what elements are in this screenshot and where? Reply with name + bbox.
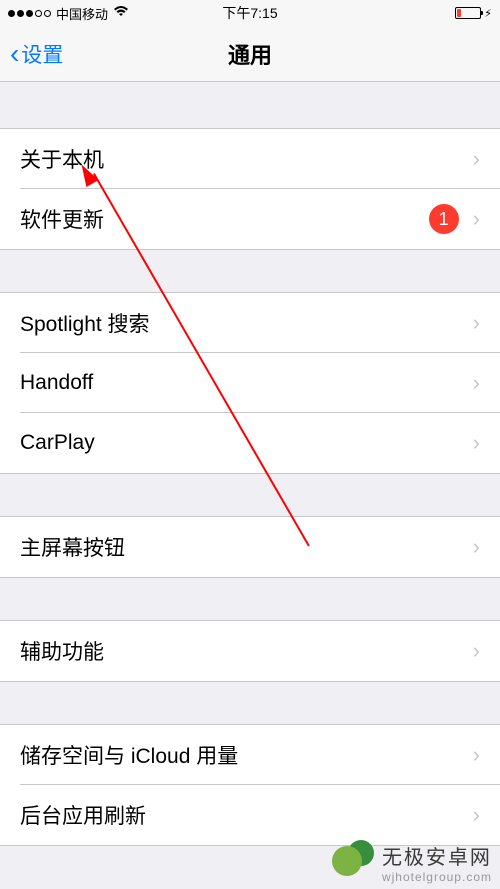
chevron-right-icon: ›: [473, 638, 480, 664]
spotlight-item[interactable]: Spotlight 搜索›: [0, 293, 500, 353]
back-label: 设置: [21, 39, 63, 69]
item-label: 关于本机: [20, 144, 473, 174]
storage-item[interactable]: 储存空间与 iCloud 用量›: [0, 725, 500, 785]
chevron-right-icon: ›: [473, 206, 480, 232]
chevron-right-icon: ›: [473, 802, 480, 828]
item-label: Spotlight 搜索: [20, 308, 473, 338]
watermark-domain: wjhotelgroup.com: [382, 870, 492, 884]
list-group: 辅助功能›: [0, 620, 500, 682]
item-label: Handoff: [20, 371, 473, 395]
list-group: 储存空间与 iCloud 用量›后台应用刷新›: [0, 724, 500, 846]
software-update-item[interactable]: 软件更新1 ›: [0, 189, 500, 249]
item-label: 储存空间与 iCloud 用量: [20, 740, 473, 770]
update-badge: 1: [429, 204, 459, 234]
list-group: Spotlight 搜索›Handoff›CarPlay›: [0, 292, 500, 474]
list-group: 主屏幕按钮›: [0, 516, 500, 578]
about-item[interactable]: 关于本机›: [0, 129, 500, 189]
watermark: 无极安卓网 wjhotelgroup.com: [332, 840, 492, 884]
cellular-signal-icon: [8, 10, 51, 17]
item-label: CarPlay: [20, 431, 473, 455]
status-time: 下午7:15: [169, 3, 330, 23]
status-bar: 中国移动 下午7:15 ⚡︎: [0, 0, 500, 26]
chevron-right-icon: ›: [473, 430, 480, 456]
item-label: 软件更新: [20, 204, 429, 234]
carrier-label: 中国移动: [56, 4, 108, 23]
charging-icon: ⚡︎: [484, 7, 492, 20]
home-button-item[interactable]: 主屏幕按钮›: [0, 517, 500, 577]
page-title: 通用: [228, 38, 272, 70]
item-label: 后台应用刷新: [20, 800, 473, 830]
list-group: 关于本机›软件更新1›: [0, 128, 500, 250]
chevron-right-icon: ›: [473, 310, 480, 336]
back-button[interactable]: ‹ 设置: [10, 38, 63, 70]
chevron-left-icon: ‹: [10, 38, 19, 70]
accessibility-item[interactable]: 辅助功能›: [0, 621, 500, 681]
chevron-right-icon: ›: [473, 146, 480, 172]
handoff-item[interactable]: Handoff›: [0, 353, 500, 413]
battery-icon: [455, 7, 481, 19]
chevron-right-icon: ›: [473, 534, 480, 560]
background-refresh-item[interactable]: 后台应用刷新›: [0, 785, 500, 845]
carplay-item[interactable]: CarPlay›: [0, 413, 500, 473]
chevron-right-icon: ›: [473, 370, 480, 396]
chevron-right-icon: ›: [473, 742, 480, 768]
item-label: 辅助功能: [20, 636, 473, 666]
wifi-icon: [113, 5, 129, 21]
item-label: 主屏幕按钮: [20, 532, 473, 562]
navigation-bar: ‹ 设置 通用: [0, 26, 500, 82]
watermark-logo-icon: [332, 840, 376, 884]
